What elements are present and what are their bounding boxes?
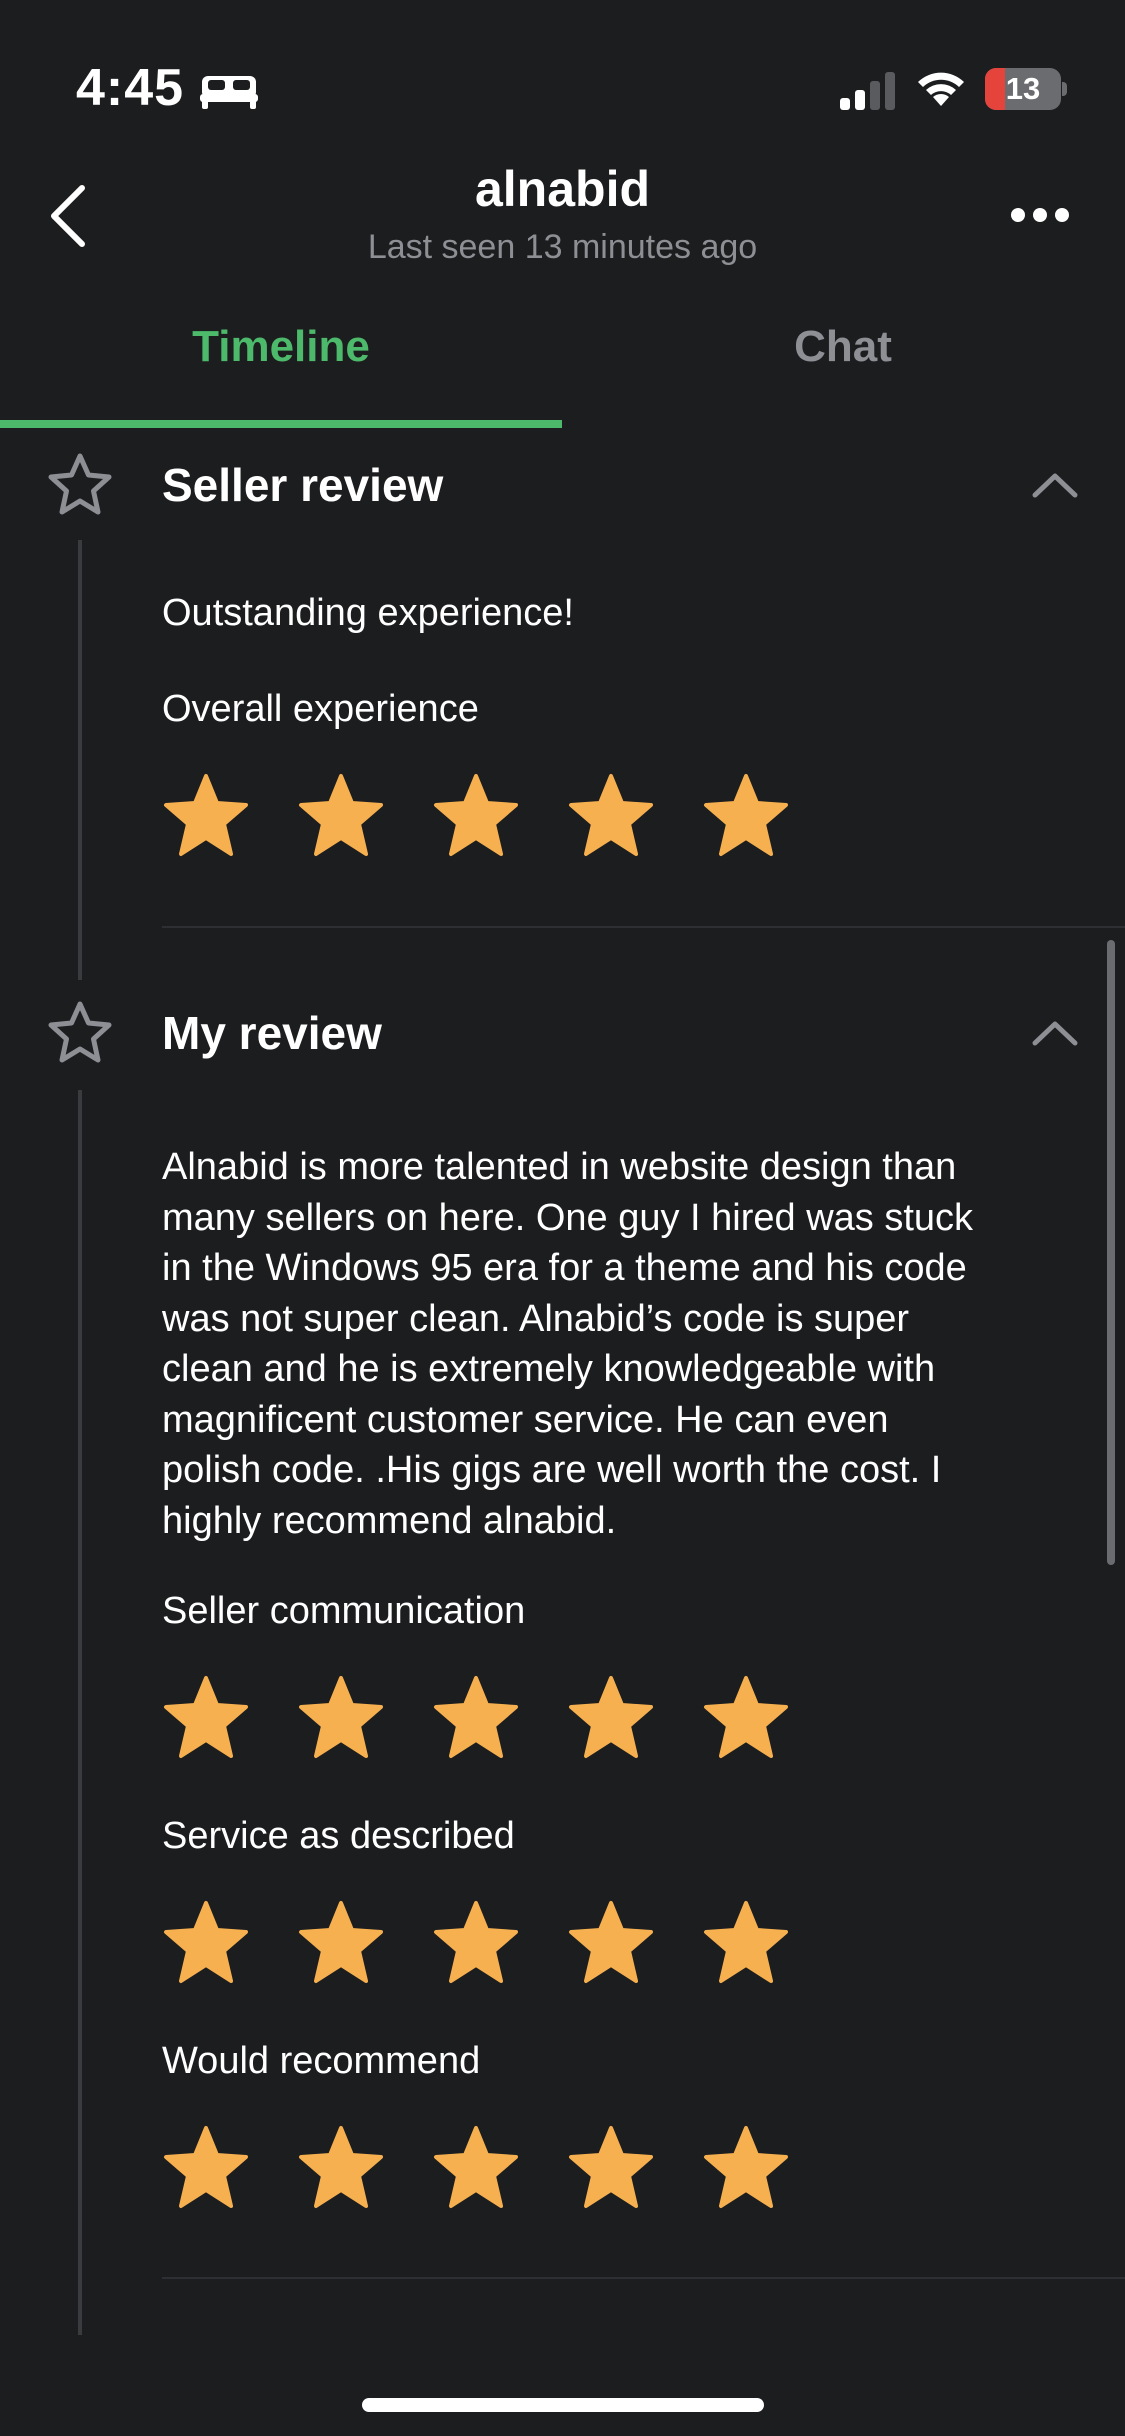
review-line: was not super clean. Alnabid’s code is s… [162,1297,910,1340]
status-time: 4:45 [76,59,185,117]
scrollbar[interactable] [1107,940,1115,1565]
star-filled-icon [164,1901,248,1983]
star-filled-icon [434,1901,518,1983]
page-title: alnabid [474,161,651,217]
star-filled-icon [704,1901,788,1983]
bed-icon [200,76,258,109]
battery-charging-icon: 13 [985,68,1067,110]
more-options-button[interactable] [1010,200,1070,230]
review-body: Alnabid is more talented in website desi… [162,1142,1082,1546]
tab-timeline[interactable]: Timeline [0,322,562,372]
review-line: clean and he is extremely knowledgeable … [162,1348,936,1390]
star-filled-icon [434,774,518,856]
rating-label: Service as described [162,1815,515,1857]
review-line: polish code. .His gigs are well worth th… [162,1449,942,1491]
star-filled-icon [164,1676,248,1758]
star-outline-icon [48,453,112,515]
active-tab-indicator [0,420,562,428]
collapse-seller-review-button[interactable] [1030,470,1080,500]
star-rating-overall-experience [162,772,812,860]
last-seen-status: Last seen 13 minutes ago [367,228,758,266]
review-headline: Outstanding experience! [162,592,574,634]
timeline-connector [78,540,82,980]
star-filled-icon [164,774,248,856]
review-line: magnificent customer service. He can eve… [162,1398,889,1441]
star-filled-icon [704,2126,788,2208]
star-filled-icon [299,1676,383,1758]
tab-chat[interactable]: Chat [562,322,1124,372]
rating-label: Seller communication [162,1590,526,1632]
star-filled-icon [704,774,788,856]
star-outline-icon [48,1001,112,1063]
home-indicator[interactable] [362,2398,764,2412]
rating-label: Would recommend [162,2040,481,2082]
star-filled-icon [299,1901,383,1983]
star-rating-seller-communication [162,1674,812,1762]
star-filled-icon [569,1901,653,1983]
chevron-up-icon [1032,1021,1078,1046]
my-review-title: My review [162,1007,382,1059]
collapse-my-review-button[interactable] [1030,1018,1080,1048]
star-filled-icon [299,2126,383,2208]
timeline-connector [78,1090,82,2335]
review-line: highly recommend alnabid. [162,1499,617,1542]
cellular-signal-icon [840,72,895,110]
star-filled-icon [434,1676,518,1758]
chevron-up-icon [1032,473,1078,498]
star-filled-icon [299,774,383,856]
seller-review-title: Seller review [162,459,444,511]
battery-level: 13 [1005,71,1041,106]
divider [162,2277,1125,2279]
review-line: Alnabid is more talented in website desi… [162,1146,957,1188]
screen: 4:45 13 alnabid Last seen 13 minutes ago [0,0,1125,2436]
review-line: in the Windows 95 era for a theme and hi… [162,1247,967,1289]
star-filled-icon [569,1676,653,1758]
star-filled-icon [704,1676,788,1758]
star-rating-would-recommend [162,2124,812,2212]
divider [162,926,1125,928]
star-rating-service-as-described [162,1899,812,1987]
review-line: many sellers on here. One guy I hired wa… [162,1196,974,1239]
star-filled-icon [434,2126,518,2208]
star-filled-icon [569,2126,653,2208]
star-filled-icon [164,2126,248,2208]
wifi-icon [918,72,964,106]
star-filled-icon [569,774,653,856]
rating-label: Overall experience [162,688,479,730]
